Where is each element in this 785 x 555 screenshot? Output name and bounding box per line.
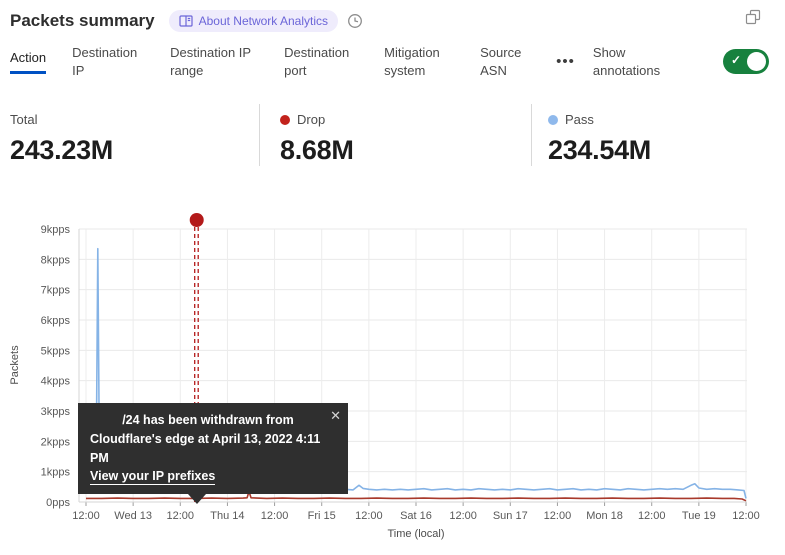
close-icon[interactable]: ✕ [330, 406, 341, 426]
tab-label: Source ASN [480, 44, 532, 79]
svg-text:Time (local): Time (local) [387, 528, 444, 540]
svg-text:12:00: 12:00 [355, 510, 383, 522]
copy-icon[interactable] [745, 9, 761, 30]
stat-label: Total [10, 112, 37, 127]
tab-destination-ip-range[interactable]: Destination IP range [170, 44, 258, 79]
tab-mitigation-system[interactable]: Mitigation system [384, 44, 454, 79]
card-header: Packets summary About Network Analytics [10, 8, 775, 34]
stat-value: 8.68M [280, 135, 531, 166]
annotation-tooltip: ✕ /24 has been withdrawn from Cloudflare… [78, 403, 348, 494]
svg-text:7kpps: 7kpps [41, 285, 71, 297]
stat-label: Pass [565, 112, 594, 127]
svg-text:12:00: 12:00 [72, 510, 100, 522]
tooltip-message-line2: Cloudflare's edge at April 13, 2022 4:11… [90, 430, 326, 468]
svg-text:6kpps: 6kpps [41, 315, 71, 327]
tab-label: Mitigation system [384, 44, 454, 79]
stat-value: 234.54M [548, 135, 651, 166]
svg-text:5kpps: 5kpps [41, 345, 71, 357]
svg-text:Mon 18: Mon 18 [586, 510, 623, 522]
about-network-analytics-link[interactable]: About Network Analytics [169, 10, 338, 32]
book-icon [179, 15, 193, 27]
svg-text:12:00: 12:00 [449, 510, 477, 522]
svg-text:Tue 19: Tue 19 [682, 510, 716, 522]
pass-legend-dot [548, 115, 558, 125]
more-tabs-button[interactable]: ••• [554, 54, 577, 69]
view-ip-prefixes-link[interactable]: View your IP prefixes [90, 469, 215, 485]
svg-text:12:00: 12:00 [167, 510, 195, 522]
filter-tabs: Action Destination IP Destination IP range… [10, 44, 532, 79]
tab-action[interactable]: Action [10, 49, 46, 75]
filter-tabs-row: Action Destination IP Destination IP range… [10, 44, 775, 79]
stat-value: 243.23M [10, 135, 259, 166]
svg-text:1kpps: 1kpps [41, 467, 71, 479]
packets-summary-card: Packets summary About Network Analytics … [0, 0, 785, 555]
show-annotations-toggle[interactable]: ✓ [723, 49, 769, 74]
svg-text:3kpps: 3kpps [41, 406, 71, 418]
svg-text:9kpps: 9kpps [41, 224, 71, 236]
svg-text:12:00: 12:00 [261, 510, 289, 522]
stat-drop: Drop 8.68M [259, 104, 531, 166]
packets-chart: 0pps 1kpps 2kpps 3kpps 4kpps 5kpps 6kpps 7kpps 8… [0, 210, 785, 555]
tab-label: Destination IP range [170, 44, 258, 79]
tooltip-caret [188, 494, 206, 504]
clock-icon[interactable] [347, 13, 363, 29]
page-title: Packets summary [10, 11, 155, 31]
svg-text:12:00: 12:00 [544, 510, 572, 522]
line-chart-canvas[interactable]: 0pps 1kpps 2kpps 3kpps 4kpps 5kpps 6kpps 7kpps 8… [0, 210, 785, 555]
drop-legend-dot [280, 115, 290, 125]
svg-text:8kpps: 8kpps [41, 254, 71, 266]
toggle-knob [747, 52, 766, 71]
svg-text:Sun 17: Sun 17 [493, 510, 528, 522]
tooltip-message-line1: /24 has been withdrawn from [90, 411, 326, 430]
svg-text:2kpps: 2kpps [41, 436, 71, 448]
stat-label: Drop [297, 112, 325, 127]
svg-text:12:00: 12:00 [732, 510, 760, 522]
tab-destination-ip[interactable]: Destination IP [72, 44, 144, 79]
svg-text:Sat 16: Sat 16 [400, 510, 432, 522]
tab-label: Destination IP [72, 44, 144, 79]
svg-text:Fri 15: Fri 15 [308, 510, 336, 522]
tab-label: Destination port [284, 44, 358, 79]
check-icon: ✓ [731, 53, 741, 67]
svg-text:Packets: Packets [9, 345, 21, 385]
svg-text:Thu 14: Thu 14 [210, 510, 244, 522]
show-annotations-label: Show annotations [593, 44, 675, 79]
svg-text:4kpps: 4kpps [41, 376, 71, 388]
stat-total: Total 243.23M [10, 104, 259, 166]
tab-label: Action [10, 49, 46, 75]
svg-text:12:00: 12:00 [638, 510, 666, 522]
badge-label: About Network Analytics [199, 14, 328, 28]
svg-text:0pps: 0pps [46, 497, 70, 509]
svg-text:Wed 13: Wed 13 [114, 510, 152, 522]
tab-source-asn[interactable]: Source ASN [480, 44, 532, 79]
stat-pass: Pass 234.54M [531, 104, 651, 166]
tab-destination-port[interactable]: Destination port [284, 44, 358, 79]
stats-row: Total 243.23M Drop 8.68M Pass 234.54M [10, 104, 785, 166]
